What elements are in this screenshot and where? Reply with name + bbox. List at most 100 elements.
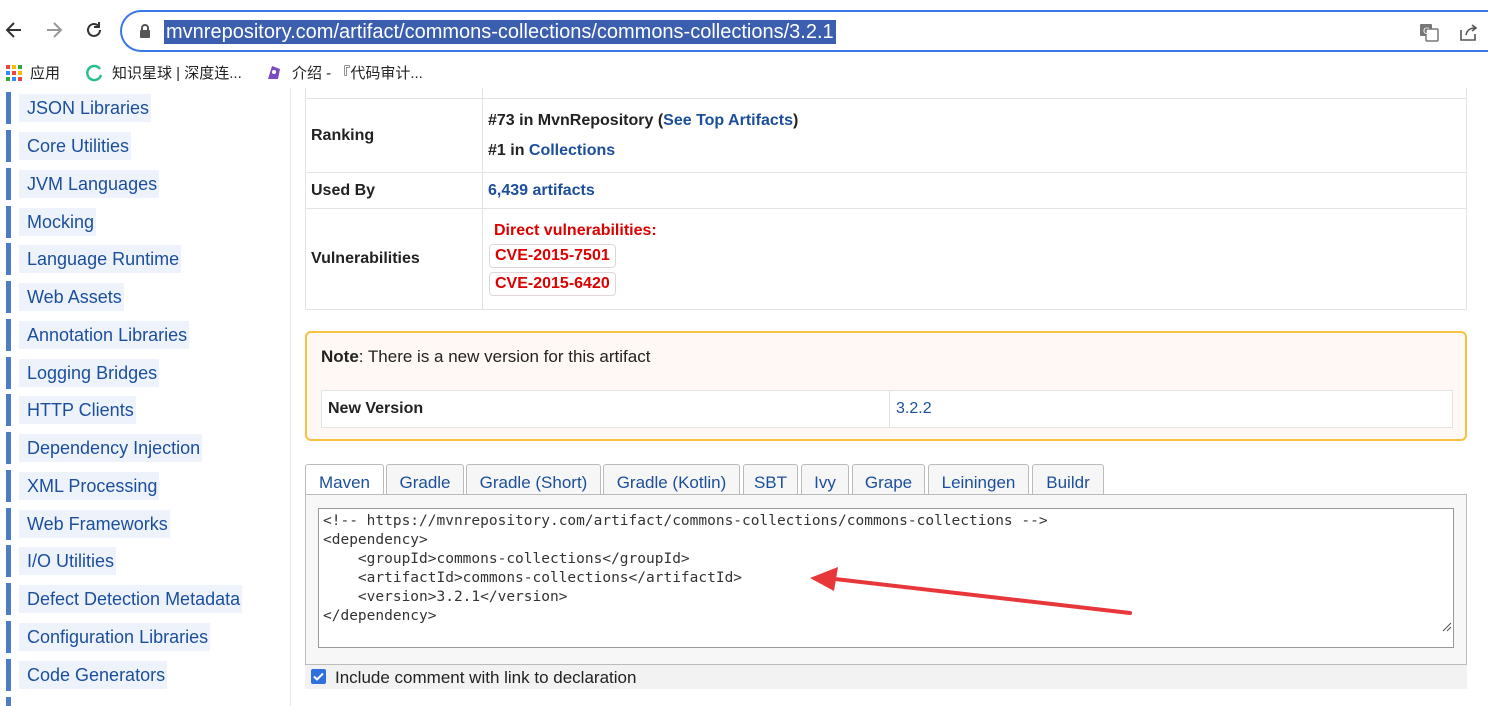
bookmark-code-audit[interactable]: 介绍 - 『代码审计... [264, 62, 423, 83]
sidebar-item-label[interactable]: HTTP Clients [19, 396, 136, 424]
maven-tab-panel: <!-- https://mvnrepository.com/artifact/… [305, 494, 1467, 665]
sidebar-item-label[interactable]: Dependency Injection [19, 434, 203, 462]
note-bold: Note [321, 347, 359, 366]
url-text[interactable]: mvnrepository.com/artifact/commons-colle… [164, 20, 836, 44]
page: JSON Libraries Core Utilities JVM Langua… [0, 88, 1488, 706]
tab-grape[interactable]: Grape [852, 464, 925, 495]
sidebar-item-label[interactable]: Defect Detection Metadata [19, 585, 243, 613]
sidebar-marker [6, 621, 11, 653]
sidebar-item-label[interactable]: Mocking [19, 208, 97, 236]
sidebar-item-label[interactable]: JVM Languages [19, 170, 160, 198]
direct-vulnerabilities-heading: Direct vulnerabilities: [494, 222, 657, 239]
sidebar-marker [6, 357, 11, 389]
main-content: Ranking #73 in MvnRepository (See Top Ar… [300, 88, 1488, 706]
sidebar-marker [6, 508, 11, 540]
tab-gradle[interactable]: Gradle [386, 464, 464, 495]
forward-button[interactable] [40, 16, 68, 44]
tab-gradle-short[interactable]: Gradle (Short) [466, 464, 601, 495]
ranking-text: #73 in MvnRepository ( [488, 111, 664, 129]
bookmark-label: 介绍 - 『代码审计... [292, 65, 423, 82]
checkmark-icon [313, 672, 324, 681]
new-version-note: Note: There is a new version for this ar… [305, 331, 1467, 441]
sidebar-item-label[interactable]: Logging Bridges [19, 359, 160, 387]
share-icon[interactable] [1458, 21, 1480, 43]
bookmark-label: 应用 [30, 65, 61, 82]
collections-link[interactable]: Collections [529, 142, 615, 159]
ranking-value: #73 in MvnRepository (See Top Artifacts)… [482, 98, 1467, 173]
address-bar[interactable]: mvnrepository.com/artifact/commons-colle… [120, 10, 1488, 52]
back-button[interactable] [0, 16, 28, 44]
cve-badge[interactable]: CVE-2015-6420 [489, 272, 616, 296]
used-by-label: Used By [305, 172, 483, 209]
include-comment-checkbox[interactable] [311, 669, 326, 684]
translate-icon[interactable]: G [1418, 21, 1440, 43]
sidebar-marker [6, 168, 11, 200]
bookmark-zsxq[interactable]: 知识星球 | 深度连... [84, 62, 242, 83]
tab-buildr[interactable]: Buildr [1032, 464, 1104, 495]
tab-leiningen[interactable]: Leiningen [928, 464, 1029, 495]
sidebar-item-label[interactable]: XML Processing [19, 472, 160, 500]
sidebar-item-label[interactable]: JSON Libraries [19, 94, 152, 122]
zsxq-icon [86, 64, 103, 81]
sidebar-item-label[interactable]: Language Runtime [19, 245, 182, 273]
table-row: New Version 3.2.2 [321, 390, 1453, 428]
cve-row: CVE-2015-7501 [488, 242, 1466, 270]
ranking-text: #1 in [488, 141, 529, 159]
ranking-text: ) [792, 111, 799, 129]
tab-sbt[interactable]: SBT [743, 464, 798, 495]
new-version-table: New Version 3.2.2 [321, 390, 1453, 428]
sidebar-item-label[interactable]: Web Frameworks [19, 510, 170, 538]
used-by-link[interactable]: 6,439 artifacts [488, 182, 595, 199]
table-row: Vulnerabilities Direct vulnerabilities: … [305, 208, 1467, 310]
include-comment-label[interactable]: Include comment with link to declaration [335, 668, 636, 688]
table-cell [482, 88, 1467, 99]
forward-arrow-icon [47, 22, 63, 38]
ranking-line: #1 in Collections [488, 136, 1465, 166]
sidebar-marker [6, 697, 11, 706]
bookmark-apps[interactable]: 应用 [6, 62, 60, 83]
note-message: : There is a new version for this artifa… [358, 347, 651, 366]
note-text: Note: There is a new version for this ar… [321, 347, 650, 367]
table-row: Used By 6,439 artifacts [305, 172, 1467, 209]
table-cell: 6,439 artifacts [482, 172, 1467, 209]
lock-icon [140, 24, 150, 38]
new-version-label: New Version [321, 390, 890, 428]
vulnerabilities-label: Vulnerabilities [305, 208, 483, 310]
sidebar-marker [6, 319, 11, 351]
back-arrow-icon [5, 22, 21, 38]
tab-gradle-kotlin[interactable]: Gradle (Kotlin) [603, 464, 740, 495]
sidebar-item-label[interactable]: Web Assets [19, 283, 124, 311]
tab-ivy[interactable]: Ivy [801, 464, 849, 495]
resize-handle-icon[interactable] [1442, 622, 1452, 632]
sidebar-item-label[interactable]: Core Utilities [19, 132, 132, 160]
ranking-line: #73 in MvnRepository (See Top Artifacts) [488, 106, 1465, 136]
new-version-link[interactable]: 3.2.2 [889, 390, 1453, 428]
sidebar-item-label[interactable]: Configuration Libraries [19, 623, 211, 651]
svg-text:G: G [1423, 27, 1430, 37]
sidebar-marker [6, 545, 11, 577]
bookmarks-bar: 应用 知识星球 | 深度连... 介绍 - 『代码审计... [0, 56, 1488, 88]
sidebar-item-label[interactable]: Code Generators [19, 661, 168, 689]
sidebar-marker [6, 394, 11, 426]
bookmark-label: 知识星球 | 深度连... [112, 65, 242, 82]
sidebar-marker [6, 206, 11, 238]
sidebar-marker [6, 432, 11, 464]
include-comment-row: Include comment with link to declaration [305, 665, 1467, 689]
sidebar-marker [6, 583, 11, 615]
cve-row: CVE-2015-6420 [488, 270, 1466, 298]
sidebar-marker [6, 243, 11, 275]
tab-maven[interactable]: Maven [305, 464, 384, 496]
sidebar-item-label[interactable]: I/O Utilities [19, 547, 117, 575]
table-row [305, 88, 1467, 99]
dependency-snippet-textarea[interactable]: <!-- https://mvnrepository.com/artifact/… [318, 508, 1454, 648]
cve-badge[interactable]: CVE-2015-7501 [489, 244, 616, 268]
sidebar-marker [6, 130, 11, 162]
see-top-artifacts-link[interactable]: See Top Artifacts [663, 112, 793, 129]
sidebar-item-label[interactable]: Annotation Libraries [19, 321, 190, 349]
sidebar-marker [6, 92, 11, 124]
sidebar-marker [6, 659, 11, 691]
table-cell [305, 88, 483, 99]
apps-grid-icon [6, 64, 22, 81]
reload-icon [87, 22, 101, 37]
reload-button[interactable] [80, 16, 108, 44]
